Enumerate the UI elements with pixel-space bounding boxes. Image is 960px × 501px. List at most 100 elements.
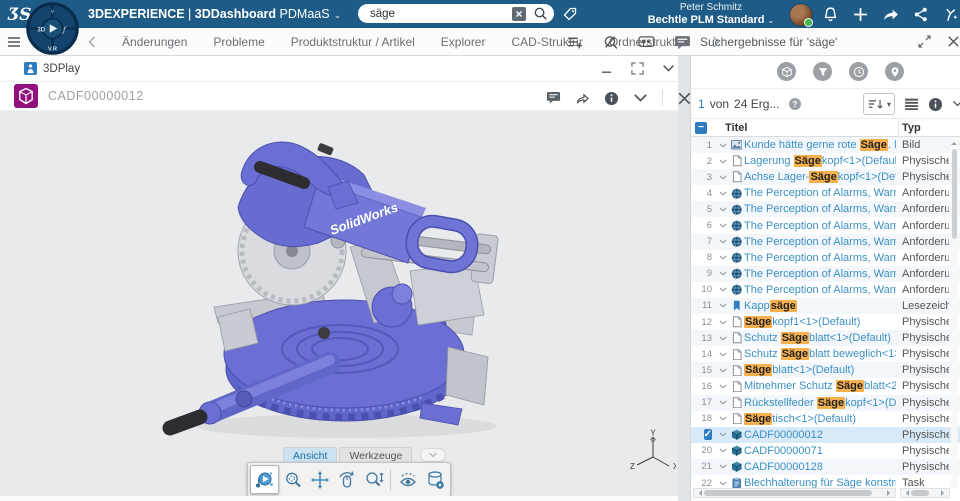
table-row[interactable]: 4 The Perception of Alarms, Warnings, St… [691, 185, 960, 201]
info-icon[interactable] [604, 91, 619, 105]
row-expand-chevron-icon[interactable] [716, 159, 729, 164]
sort-button[interactable]: ▾ [863, 93, 895, 115]
vscroll-thumb[interactable] [952, 149, 957, 239]
search-off-icon[interactable] [602, 34, 619, 50]
tool-data-settings[interactable] [421, 466, 448, 493]
row-expand-chevron-icon[interactable] [716, 191, 729, 196]
add-plus-icon[interactable] [852, 6, 869, 23]
row-expand-chevron-icon[interactable] [716, 464, 729, 469]
user-menu[interactable]: Peter Schmitz Bechtle PLM Standard ⌄ [636, 2, 786, 27]
scroll-left-icon[interactable] [903, 490, 909, 496]
hscroll-thumb[interactable] [704, 490, 872, 496]
table-row[interactable]: 6 The Perception of Alarms, Warnings, St… [691, 217, 960, 233]
table-row[interactable]: 12 Sägekopf1<1>(Default) Physische P [691, 314, 960, 330]
comment-icon[interactable] [546, 91, 561, 105]
row-title-link[interactable]: Schutz Sägeblatt beweglich<1>(Defaul [744, 348, 896, 360]
table-row[interactable]: 16 Mitnehmer Schutz Sägeblatt<2>(Defau P… [691, 378, 960, 394]
row-title-link[interactable]: Rückstellfeder Sägekopf<1>(Default) [744, 397, 896, 409]
table-row[interactable]: 18 Sägetisch<1>(Default) Physische P [691, 411, 960, 427]
row-expand-chevron-icon[interactable] [716, 384, 729, 389]
row-title-link[interactable]: The Perception of Alarms, Warnings, St [744, 252, 896, 264]
hscroll-thumb[interactable] [911, 490, 929, 496]
tool-look-around[interactable] [394, 466, 421, 493]
column-header-typ[interactable]: Typ [902, 122, 921, 134]
panel-expand-icon[interactable] [918, 35, 931, 48]
row-expand-chevron-icon[interactable] [716, 143, 729, 148]
row-expand-chevron-icon[interactable] [716, 481, 729, 486]
table-row[interactable]: 7 The Perception of Alarms, Warnings, St… [691, 234, 960, 250]
table-row[interactable]: 21 CADF00000128 Physisches [691, 459, 960, 475]
search-submit-icon[interactable] [533, 6, 548, 21]
row-expand-chevron-icon[interactable] [716, 432, 729, 437]
row-title-link[interactable]: The Perception of Alarms, Warnings, St [744, 203, 896, 215]
nav-item-produktstruktur-artikel[interactable]: Produktstruktur / Artikel [291, 35, 415, 49]
row-expand-chevron-icon[interactable] [716, 368, 729, 373]
scroll-right-icon[interactable] [941, 490, 947, 496]
search-clear-icon[interactable] [512, 7, 526, 21]
tool-pan[interactable] [306, 466, 333, 493]
table-row[interactable]: 22 Blechhalterung für Säge konstruieren … [691, 475, 960, 488]
filter-3d-shape-button[interactable] [777, 62, 796, 81]
table-row[interactable]: 11 Kappsäge Lesezeichen [691, 298, 960, 314]
tool-play-orbit[interactable] [250, 465, 279, 494]
comments-icon[interactable] [674, 34, 691, 50]
row-title-link[interactable]: CADF00000128 [744, 461, 823, 473]
table-row[interactable]: 9 The Perception of Alarms, Warnings, St… [691, 266, 960, 282]
results-chevron-down-icon[interactable] [952, 100, 960, 108]
row-title-link[interactable]: Blechhalterung für Säge konstruieren [744, 477, 896, 488]
row-expand-chevron-icon[interactable] [716, 255, 729, 260]
filter-recent-clock-button[interactable] [849, 62, 868, 81]
info-icon[interactable] [928, 97, 943, 112]
row-title-link[interactable]: The Perception of Alarms, Warnings, St [744, 236, 896, 248]
row-expand-chevron-icon[interactable] [716, 416, 729, 421]
nav-item-änderungen[interactable]: Änderungen [122, 35, 187, 49]
scroll-right-icon[interactable] [887, 490, 893, 496]
row-expand-chevron-icon[interactable] [716, 287, 729, 292]
row-title-link[interactable]: Sägeblatt<1>(Default) [744, 364, 854, 376]
3d-viewport[interactable]: SolidWorks Y X Z An [0, 111, 678, 496]
tool-rotate[interactable] [333, 466, 360, 493]
row-title-link[interactable]: The Perception of Alarms, Warnings, St [744, 220, 896, 232]
share-icon[interactable] [575, 91, 590, 105]
list-view-icon[interactable] [904, 98, 919, 111]
row-title-link[interactable]: CADF00000012 [744, 429, 823, 441]
row-expand-chevron-icon[interactable] [716, 271, 729, 276]
table-row[interactable]: 8 The Perception of Alarms, Warnings, St… [691, 250, 960, 266]
maximize-icon[interactable] [631, 62, 644, 75]
table-row[interactable]: 20 CADF00000071 Physisches [691, 443, 960, 459]
row-title-link[interactable]: The Perception of Alarms, Warnings, St [744, 284, 896, 296]
hamburger-menu-icon[interactable] [6, 34, 22, 50]
row-checkbox-checked[interactable]: ✓ [704, 429, 712, 440]
table-row[interactable]: 2 Lagerung Sägekopf<1>(Default) Physisch… [691, 153, 960, 169]
nav-scroll-left-icon[interactable] [88, 36, 96, 48]
results-vscrollbar[interactable] [951, 137, 958, 488]
results-help-icon[interactable]: ? [788, 97, 802, 111]
row-expand-chevron-icon[interactable] [716, 448, 729, 453]
row-expand-chevron-icon[interactable] [716, 207, 729, 212]
share-arrow-icon[interactable] [882, 6, 899, 23]
viewer-tabs-chevron[interactable] [420, 448, 446, 462]
row-title-link[interactable]: The Perception of Alarms, Warnings, St [744, 187, 896, 199]
row-title-link[interactable]: Kunde hätte gerne rote Säge. Machbar [744, 139, 896, 151]
global-search-input[interactable]: säge [358, 4, 554, 23]
row-expand-chevron-icon[interactable] [716, 352, 729, 357]
filter-filter-funnel-button[interactable] [813, 62, 832, 81]
row-title-link[interactable]: CADF00000071 [744, 445, 823, 457]
row-title-link[interactable]: Achse Lager-Sägekopf<1>(Default) [744, 171, 896, 183]
table-row[interactable]: 14 Schutz Sägeblatt beweglich<1>(Defaul … [691, 346, 960, 362]
share-nodes-icon[interactable] [912, 6, 929, 23]
row-expand-chevron-icon[interactable] [716, 175, 729, 180]
row-title-link[interactable]: Sägetisch<1>(Default) [744, 413, 856, 425]
table-row[interactable]: 10 The Perception of Alarms, Warnings, S… [691, 282, 960, 298]
notifications-bell-icon[interactable] [822, 6, 839, 23]
row-expand-chevron-icon[interactable] [716, 239, 729, 244]
chevron-down-icon[interactable] [633, 91, 648, 105]
row-expand-chevron-icon[interactable] [716, 336, 729, 341]
titel-hscrollbar[interactable] [693, 488, 896, 498]
table-row[interactable]: 1 Kunde hätte gerne rote Säge. Machbar B… [691, 137, 960, 153]
tenant-caret-icon[interactable]: ⌄ [334, 10, 342, 20]
assistant-icon[interactable] [942, 6, 959, 23]
row-title-link[interactable]: Schutz Sägeblatt<1>(Default) [744, 332, 891, 344]
table-row[interactable]: 15 Sägeblatt<1>(Default) Physische P [691, 362, 960, 378]
row-expand-chevron-icon[interactable] [716, 320, 729, 325]
